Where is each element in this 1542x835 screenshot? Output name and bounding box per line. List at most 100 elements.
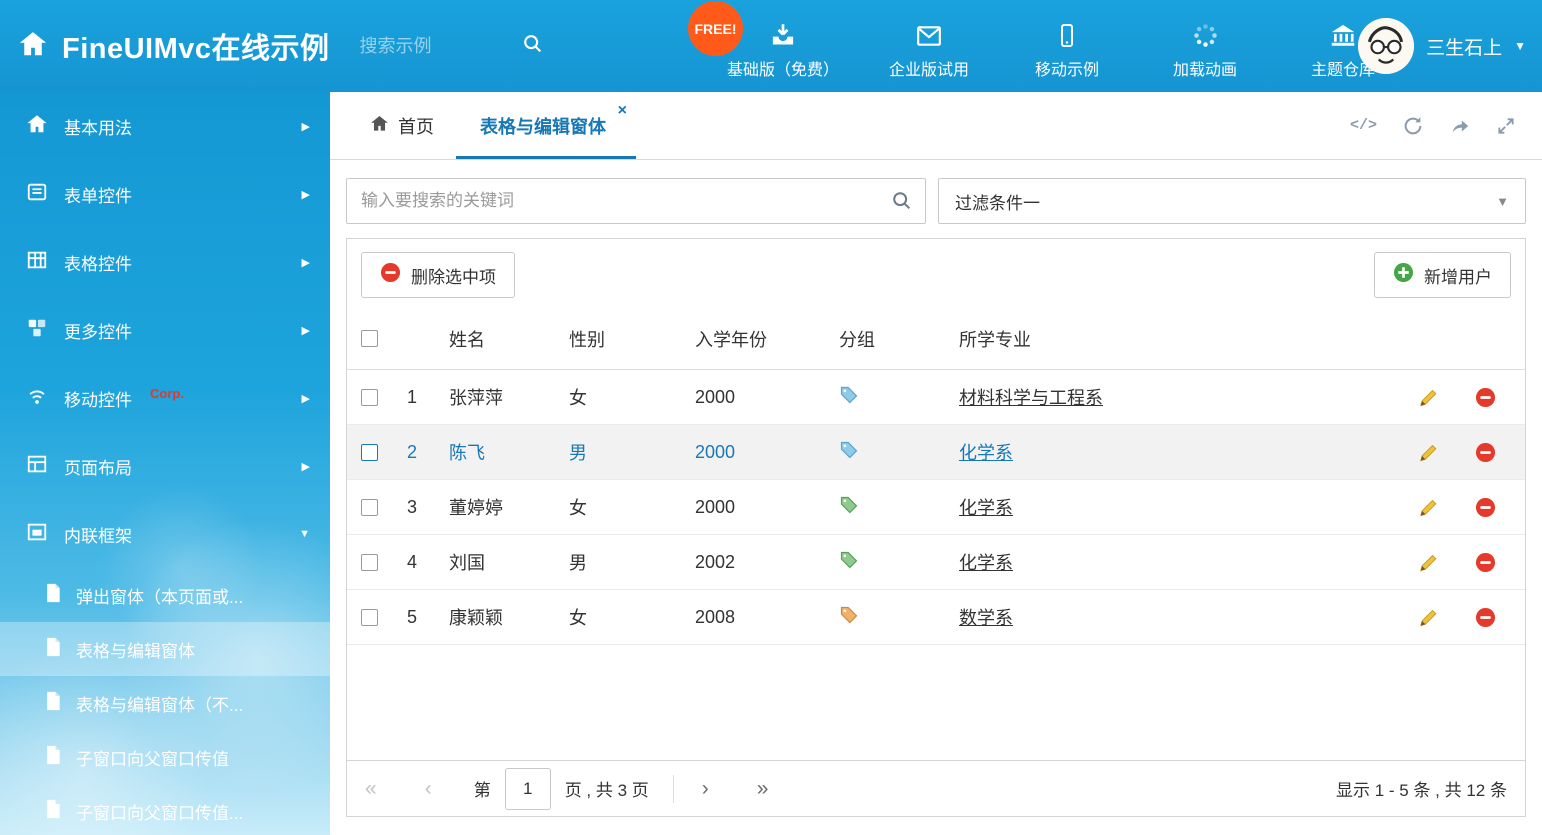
tab-grid-edit-window[interactable]: 表格与编辑窗体 × bbox=[456, 92, 636, 159]
search-icon[interactable] bbox=[891, 190, 913, 217]
delete-icon[interactable] bbox=[1459, 607, 1511, 628]
sidebar-item-grid-controls[interactable]: 表格控件 ▶ bbox=[0, 228, 330, 296]
page-label-suffix: 页 , 共 3 页 bbox=[565, 776, 649, 801]
delete-selected-button[interactable]: 删除选中项 bbox=[361, 252, 515, 298]
nav-item-basic-free[interactable]: 基础版（免费） bbox=[727, 21, 839, 80]
delete-icon[interactable] bbox=[1459, 497, 1511, 518]
row-checkbox[interactable] bbox=[361, 389, 378, 406]
sidebar-item-basic-usage[interactable]: 基本用法 ▶ bbox=[0, 92, 330, 160]
search-icon[interactable] bbox=[522, 33, 544, 60]
keyword-search-input[interactable] bbox=[346, 178, 926, 224]
column-header-group[interactable]: 分组 bbox=[839, 326, 959, 352]
envelope-icon bbox=[915, 21, 943, 49]
sidebar-subitem-grid-edit-window[interactable]: 表格与编辑窗体 bbox=[0, 622, 330, 676]
pagination-bar: « ‹ 第 页 , 共 3 页 › » 显示 1 - 5 条 , 共 12 条 bbox=[347, 760, 1525, 816]
sidebar-item-form-controls[interactable]: 表单控件 ▶ bbox=[0, 160, 330, 228]
sidebar-item-page-layout[interactable]: 页面布局 ▶ bbox=[0, 432, 330, 500]
column-header-name[interactable]: 姓名 bbox=[449, 326, 569, 352]
cell-gender: 女 bbox=[569, 384, 695, 410]
sidebar-item-more-controls[interactable]: 更多控件 ▶ bbox=[0, 296, 330, 364]
layout-icon bbox=[26, 453, 48, 480]
sidebar-item-mobile-controls[interactable]: 移动控件 Corp. ▶ bbox=[0, 364, 330, 432]
home-icon bbox=[26, 113, 48, 140]
sidebar-subitem-label: 弹出窗体（本页面或... bbox=[76, 583, 243, 608]
button-label: 删除选中项 bbox=[411, 263, 496, 288]
edit-icon[interactable] bbox=[1397, 386, 1459, 409]
nav-item-mobile-demo[interactable]: 移动示例 bbox=[1019, 21, 1115, 80]
delete-icon[interactable] bbox=[1459, 552, 1511, 573]
edit-icon[interactable] bbox=[1397, 551, 1459, 574]
nav-item-label: 加载动画 bbox=[1173, 56, 1237, 80]
table-row: 1 张萍萍 女 2000 材料科学与工程系 bbox=[347, 370, 1525, 425]
sidebar-item-label: 移动控件 bbox=[64, 386, 132, 411]
add-user-button[interactable]: 新增用户 bbox=[1374, 252, 1511, 298]
major-link[interactable]: 数学系 bbox=[959, 604, 1397, 630]
next-page-button[interactable]: › bbox=[702, 778, 709, 799]
file-icon bbox=[44, 637, 62, 662]
tag-icon bbox=[839, 605, 959, 630]
sidebar-subitem-label: 子窗口向父窗口传值 bbox=[76, 745, 229, 770]
global-search bbox=[360, 33, 565, 60]
table-empty-space bbox=[347, 645, 1525, 760]
brand[interactable]: FineUIMvc在线示例 bbox=[0, 25, 330, 67]
row-checkbox[interactable] bbox=[361, 554, 378, 571]
prev-page-button[interactable]: ‹ bbox=[425, 778, 432, 799]
column-header-gender[interactable]: 性别 bbox=[569, 326, 695, 352]
major-link[interactable]: 化学系 bbox=[959, 494, 1397, 520]
free-badge: FREE! bbox=[688, 1, 743, 56]
cell-year: 2000 bbox=[695, 442, 839, 463]
edit-icon[interactable] bbox=[1397, 606, 1459, 629]
pager-divider bbox=[673, 775, 674, 803]
cell-gender: 男 bbox=[569, 439, 695, 465]
home-icon bbox=[18, 29, 48, 64]
column-header-major[interactable]: 所学专业 bbox=[959, 326, 1397, 352]
blocks-icon bbox=[26, 317, 48, 344]
home-icon bbox=[370, 114, 389, 138]
sidebar-subitem-popup-window[interactable]: 弹出窗体（本页面或... bbox=[0, 568, 330, 622]
sidebar-item-label: 更多控件 bbox=[64, 318, 132, 343]
tag-icon bbox=[839, 385, 959, 410]
sidebar-subitem-grid-edit-window-2[interactable]: 表格与编辑窗体（不... bbox=[0, 676, 330, 730]
file-icon bbox=[44, 691, 62, 716]
nav-item-enterprise-trial[interactable]: 企业版试用 bbox=[881, 21, 977, 80]
major-link[interactable]: 化学系 bbox=[959, 549, 1397, 575]
mobile-icon bbox=[1055, 21, 1079, 49]
table-row: 2 陈飞 男 2000 化学系 bbox=[347, 425, 1525, 480]
tab-home[interactable]: 首页 bbox=[348, 92, 456, 159]
row-checkbox[interactable] bbox=[361, 444, 378, 461]
edit-icon[interactable] bbox=[1397, 441, 1459, 464]
cell-year: 2002 bbox=[695, 552, 839, 573]
edit-icon[interactable] bbox=[1397, 496, 1459, 519]
column-header-year[interactable]: 入学年份 bbox=[695, 326, 839, 352]
expand-icon[interactable] bbox=[1496, 116, 1516, 136]
filter-dropdown[interactable]: 过滤条件一 ▼ bbox=[938, 178, 1526, 224]
row-checkbox[interactable] bbox=[361, 609, 378, 626]
nav-item-loading-animation[interactable]: 加载动画 bbox=[1157, 21, 1253, 80]
select-all-checkbox[interactable] bbox=[361, 330, 378, 347]
row-checkbox[interactable] bbox=[361, 499, 378, 516]
delete-icon[interactable] bbox=[1459, 387, 1511, 408]
delete-icon[interactable] bbox=[1459, 442, 1511, 463]
cell-name: 康颖颖 bbox=[449, 604, 569, 630]
major-link[interactable]: 材料科学与工程系 bbox=[959, 384, 1397, 410]
grid-panel: 删除选中项 新增用户 姓名 性别 入学年份 分组 所学专业 1 张萍萍 bbox=[346, 238, 1526, 817]
file-icon bbox=[44, 583, 62, 608]
tag-icon bbox=[839, 550, 959, 575]
user-menu[interactable]: 三生石上 ▼ bbox=[1358, 0, 1526, 92]
user-name: 三生石上 bbox=[1426, 33, 1502, 60]
sidebar-item-inline-frame[interactable]: 内联框架 ▼ bbox=[0, 500, 330, 568]
caret-down-icon: ▼ bbox=[1514, 39, 1526, 53]
first-page-button[interactable]: « bbox=[365, 778, 377, 799]
share-icon[interactable] bbox=[1449, 115, 1471, 137]
page-number-input[interactable] bbox=[505, 768, 551, 810]
sidebar-subitem-child-to-parent[interactable]: 子窗口向父窗口传值 bbox=[0, 730, 330, 784]
tag-icon bbox=[839, 495, 959, 520]
sidebar-subitem-child-to-parent-2[interactable]: 子窗口向父窗口传值... bbox=[0, 784, 330, 835]
source-code-icon[interactable]: </> bbox=[1350, 117, 1377, 134]
close-icon[interactable]: × bbox=[618, 103, 627, 119]
last-page-button[interactable]: » bbox=[757, 778, 769, 799]
sidebar-item-label: 内联框架 bbox=[64, 522, 132, 547]
global-search-input[interactable] bbox=[360, 36, 510, 57]
major-link[interactable]: 化学系 bbox=[959, 439, 1397, 465]
refresh-icon[interactable] bbox=[1402, 115, 1424, 137]
